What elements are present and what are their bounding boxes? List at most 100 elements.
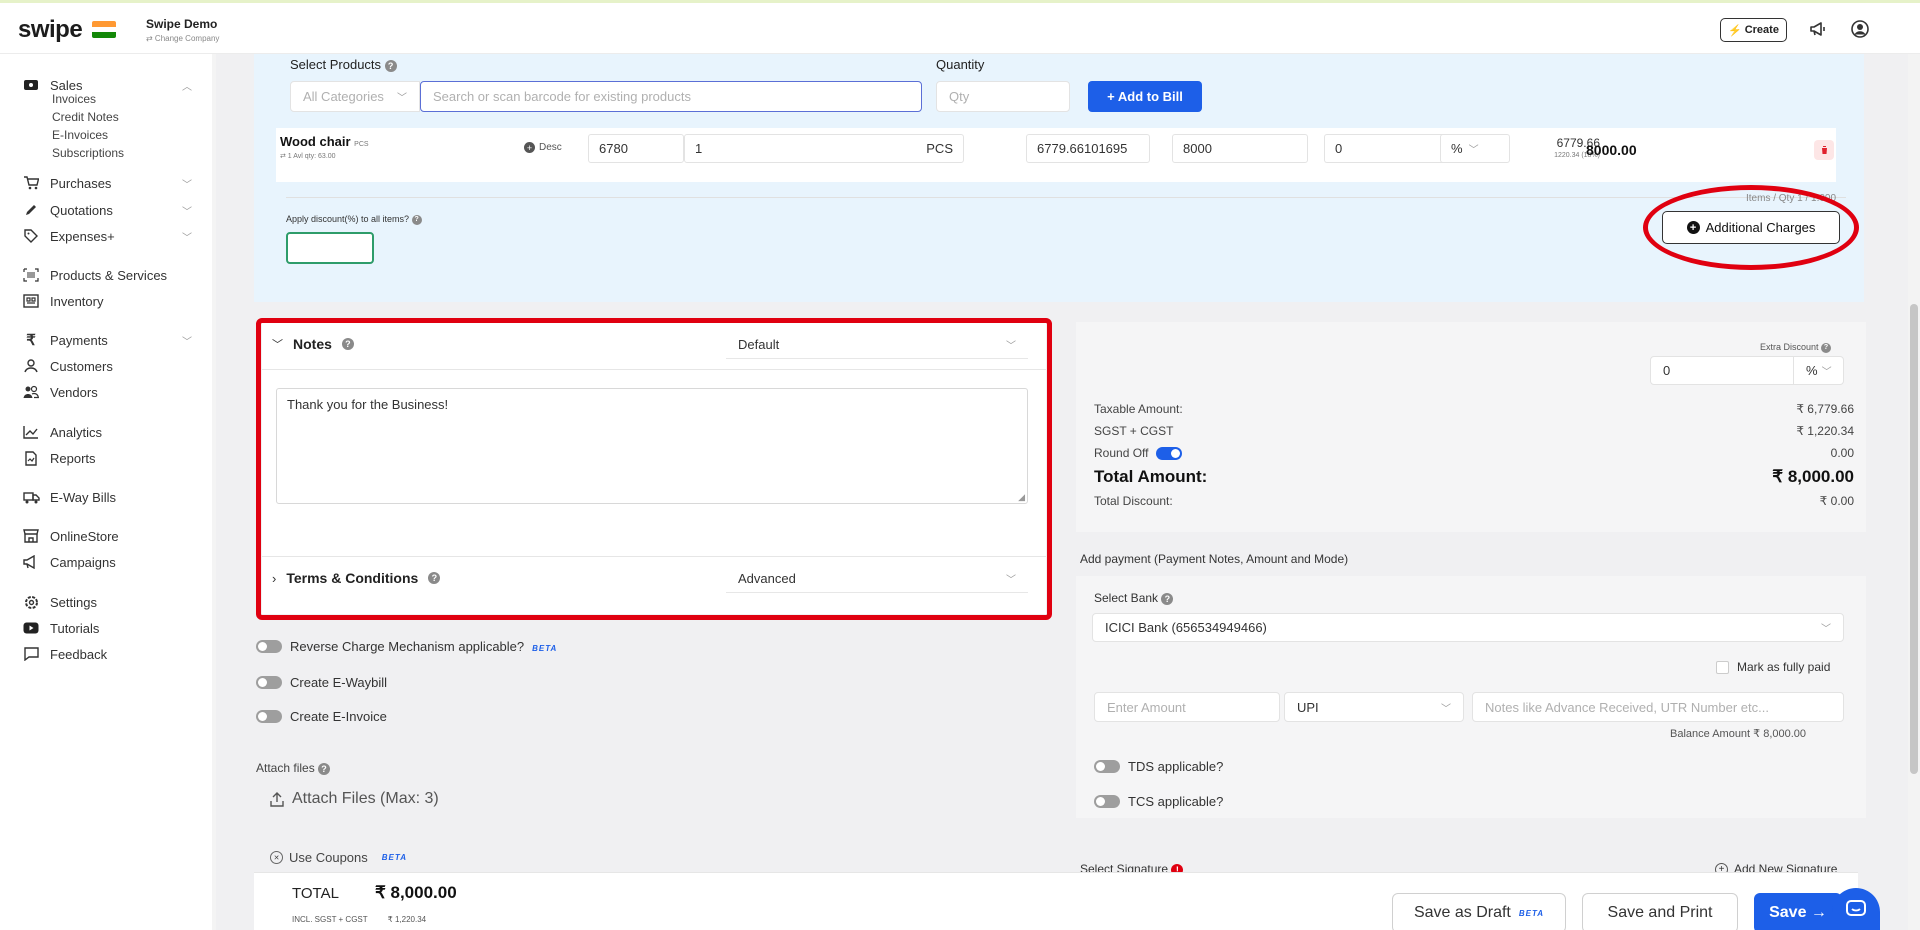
megaphone-icon[interactable]: [1806, 17, 1830, 41]
chevron-down-icon: ﹀: [1821, 624, 1831, 635]
help-icon[interactable]: ?: [1161, 592, 1174, 605]
sidebar-sub-invoices[interactable]: Invoices: [52, 92, 96, 106]
notes-toggle[interactable]: ﹀ Notes ?: [272, 336, 354, 352]
sidebar-item-products[interactable]: Products & Services: [22, 264, 192, 286]
highlight-ellipse: [1643, 185, 1859, 270]
sidebar-item-customers[interactable]: Customers: [22, 355, 192, 377]
total-discount-value: ₹ 0.00: [1819, 494, 1854, 508]
sidebar-item-inventory[interactable]: Inventory: [22, 290, 192, 312]
help-icon[interactable]: ?: [341, 338, 354, 350]
add-to-bill-button[interactable]: + Add to Bill: [1088, 81, 1202, 112]
notes-template-select[interactable]: Default ﹀: [726, 330, 1028, 359]
scrollbar-thumb[interactable]: [1910, 304, 1918, 774]
user-avatar-icon[interactable]: [1848, 17, 1872, 41]
item-discount-type-select[interactable]: % ﹀: [1440, 134, 1510, 163]
quantity-input[interactable]: Qty: [936, 81, 1070, 112]
sidebar-item-tutorials[interactable]: Tutorials: [22, 617, 192, 639]
sidebar-item-campaigns[interactable]: Campaigns: [22, 551, 192, 573]
sidebar-item-payments[interactable]: ₹ Payments ﹀: [22, 329, 192, 351]
sidebar-item-quotations[interactable]: Quotations ﹀: [22, 199, 192, 221]
terms-toggle[interactable]: › Terms & Conditions ?: [272, 570, 441, 586]
e-waybill-label: Create E-Waybill: [290, 675, 388, 690]
help-icon[interactable]: ?: [411, 214, 422, 225]
product-search-input[interactable]: Search or scan barcode for existing prod…: [420, 81, 922, 112]
sidebar-item-onlinestore[interactable]: OnlineStore: [22, 525, 192, 547]
sidebar-label: Sales: [50, 77, 83, 93]
sidebar-item-sales[interactable]: Sales ︿: [22, 74, 192, 96]
report-icon: [22, 450, 40, 466]
item-price-input[interactable]: 6780: [588, 134, 684, 163]
save-and-print-button[interactable]: Save and Print: [1582, 893, 1738, 930]
sidebar-item-expenses[interactable]: Expenses+ ﹀: [22, 225, 192, 247]
terms-template-select[interactable]: Advanced ﹀: [726, 564, 1028, 593]
bottom-action-bar: TOTAL ₹ 8,000.00 INCL. SGST + CGST ₹ 1,2…: [254, 872, 1858, 930]
sidebar-item-eway-bills[interactable]: E-Way Bills: [22, 486, 192, 508]
app-logo[interactable]: swipe: [18, 16, 83, 44]
sidebar-sub-e-invoices[interactable]: E-Invoices: [52, 128, 108, 142]
total-amount-label: Total Amount:: [1094, 467, 1208, 486]
payment-amount-input[interactable]: Enter Amount: [1094, 692, 1280, 722]
e-waybill-toggle[interactable]: [256, 676, 282, 689]
tag-icon: [22, 229, 40, 243]
extra-discount-input[interactable]: 0: [1650, 356, 1794, 385]
e-invoice-toggle[interactable]: [256, 710, 282, 723]
round-off-value: 0.00: [1830, 446, 1854, 460]
item-qty-input[interactable]: 1 PCS: [684, 134, 964, 163]
create-button[interactable]: ⚡ Create: [1720, 18, 1787, 42]
save-button[interactable]: Save →: [1754, 893, 1842, 930]
item-discount-input[interactable]: 0: [1324, 134, 1454, 163]
tds-toggle[interactable]: [1094, 760, 1120, 773]
tcs-toggle[interactable]: [1094, 795, 1120, 808]
payment-notes-input[interactable]: Notes like Advance Received, UTR Number …: [1472, 692, 1844, 722]
desc-button[interactable]: + Desc: [524, 142, 562, 153]
delete-item-button[interactable]: [1814, 140, 1834, 160]
resize-handle-icon[interactable]: ◢: [1018, 492, 1025, 503]
bill-item-row: Wood chair PCS ⇄ 1 Avl qty: 63.00 + Desc…: [276, 128, 1836, 182]
item-price-with-tax-input[interactable]: 8000: [1172, 134, 1308, 163]
company-switcher[interactable]: Swipe Demo ⇄ Change Company: [146, 17, 219, 43]
chat-support-button[interactable]: [1832, 888, 1880, 930]
round-off-toggle[interactable]: [1156, 446, 1183, 460]
notes-textarea[interactable]: Thank you for the Business! ◢: [276, 388, 1028, 504]
tds-label: TDS applicable?: [1128, 759, 1224, 774]
footer-tax-label: INCL. SGST + CGST: [292, 915, 368, 924]
reverse-charge-toggle[interactable]: [256, 640, 282, 653]
sidebar-item-vendors[interactable]: Vendors: [22, 381, 192, 403]
payment-mode-select[interactable]: UPI ﹀: [1284, 692, 1464, 722]
save-as-draft-button[interactable]: Save as Draft BETA: [1392, 893, 1566, 930]
chevron-down-icon: ﹀: [1006, 574, 1016, 586]
main-scrollbar[interactable]: [1908, 54, 1920, 930]
attach-files-button[interactable]: Attach Files (Max: 3): [270, 790, 439, 808]
help-icon[interactable]: ?: [428, 572, 441, 584]
extra-discount-type-value: %: [1806, 363, 1818, 378]
sidebar-sub-subscriptions[interactable]: Subscriptions: [52, 146, 124, 160]
help-icon[interactable]: ?: [318, 762, 331, 775]
item-name[interactable]: Wood chair PCS: [280, 134, 369, 149]
category-select[interactable]: All Categories ﹀: [290, 81, 420, 112]
sidebar-item-reports[interactable]: Reports: [22, 447, 192, 469]
sidebar-item-feedback[interactable]: Feedback: [22, 643, 192, 665]
sidebar-scrollbar[interactable]: [212, 54, 216, 930]
chevron-down-icon: ﹀: [272, 339, 283, 351]
chevron-down-icon: ﹀: [182, 233, 192, 244]
sidebar-label: Quotations: [50, 202, 113, 218]
sidebar-sub-credit-notes[interactable]: Credit Notes: [52, 110, 119, 124]
mark-fully-paid-checkbox[interactable]: Mark as fully paid: [1716, 660, 1830, 674]
bank-select[interactable]: ICICI Bank (656534949466) ﹀: [1092, 613, 1844, 642]
use-coupons-toggle[interactable]: ✕ Use Coupons BETA: [270, 850, 407, 865]
extra-discount-type-select[interactable]: % ﹀: [1794, 356, 1844, 385]
change-company-link[interactable]: ⇄ Change Company: [146, 34, 219, 43]
item-unit-price-input[interactable]: 6779.66101695: [1026, 134, 1150, 163]
chat-icon: [1846, 900, 1866, 916]
sidebar-item-settings[interactable]: Settings: [22, 591, 192, 613]
help-icon[interactable]: ?: [1821, 342, 1832, 353]
apply-discount-input[interactable]: [286, 232, 374, 264]
chevron-down-icon: ﹀: [182, 180, 192, 191]
extra-discount-label: Extra Discount ?: [1760, 342, 1832, 353]
total-amount-value: ₹ 8,000.00: [1772, 467, 1854, 486]
sidebar-item-purchases[interactable]: Purchases ﹀: [22, 172, 192, 194]
sidebar-item-analytics[interactable]: Analytics: [22, 421, 192, 443]
chevron-down-icon: ﹀: [397, 93, 407, 104]
india-flag-icon: [92, 21, 116, 38]
help-icon[interactable]: ?: [384, 59, 397, 72]
